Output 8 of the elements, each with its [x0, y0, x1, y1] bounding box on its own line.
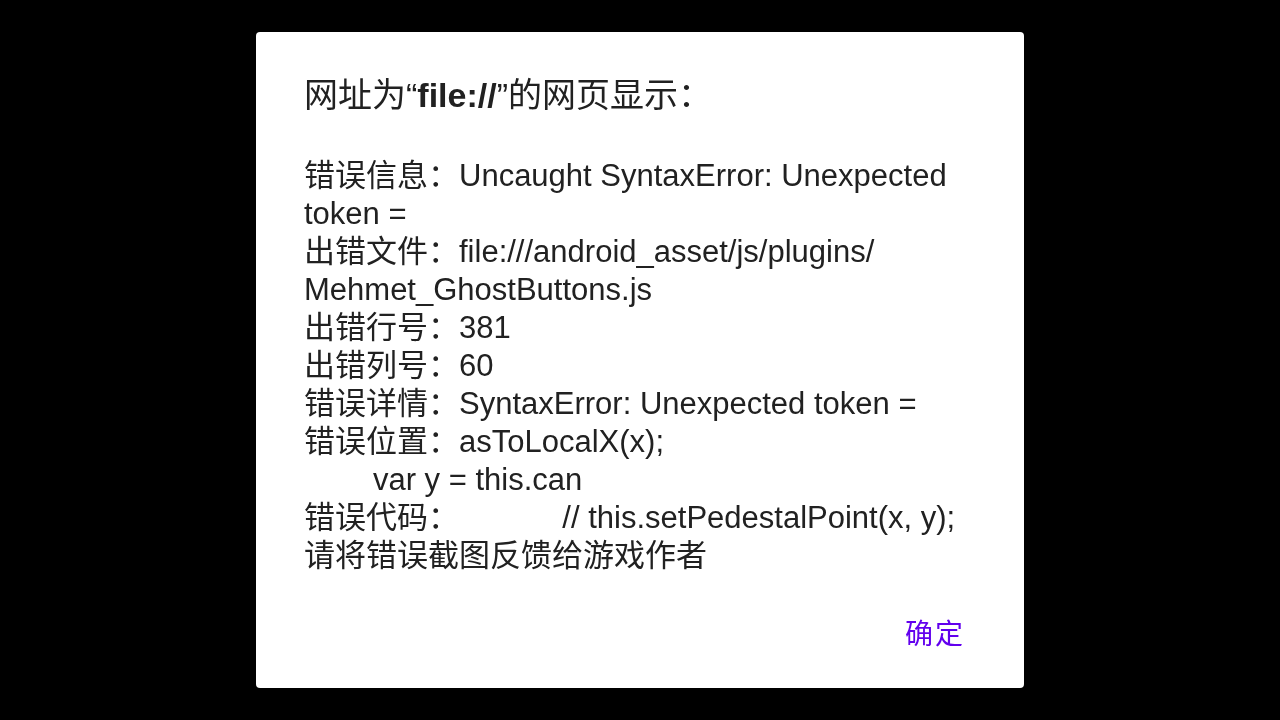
message-line: 错误代码： // this.setPedestalPoint(x, y);: [304, 499, 957, 537]
dialog-title: 网址为“file://”的网页显示：: [304, 75, 713, 116]
message-line: 出错列号：60: [304, 347, 495, 385]
message-line: 出错行号：381: [304, 309, 512, 347]
message-line: 出错文件：file:///android_asset/js/plugins/Mehmet_GhostButtons.js: [304, 233, 876, 309]
message-line: 错误详情：SyntaxError: Unexpected token =: [304, 385, 918, 423]
confirm-button[interactable]: 确定: [894, 608, 976, 656]
message-line: 请将错误截图反馈给游戏作者: [304, 537, 708, 575]
